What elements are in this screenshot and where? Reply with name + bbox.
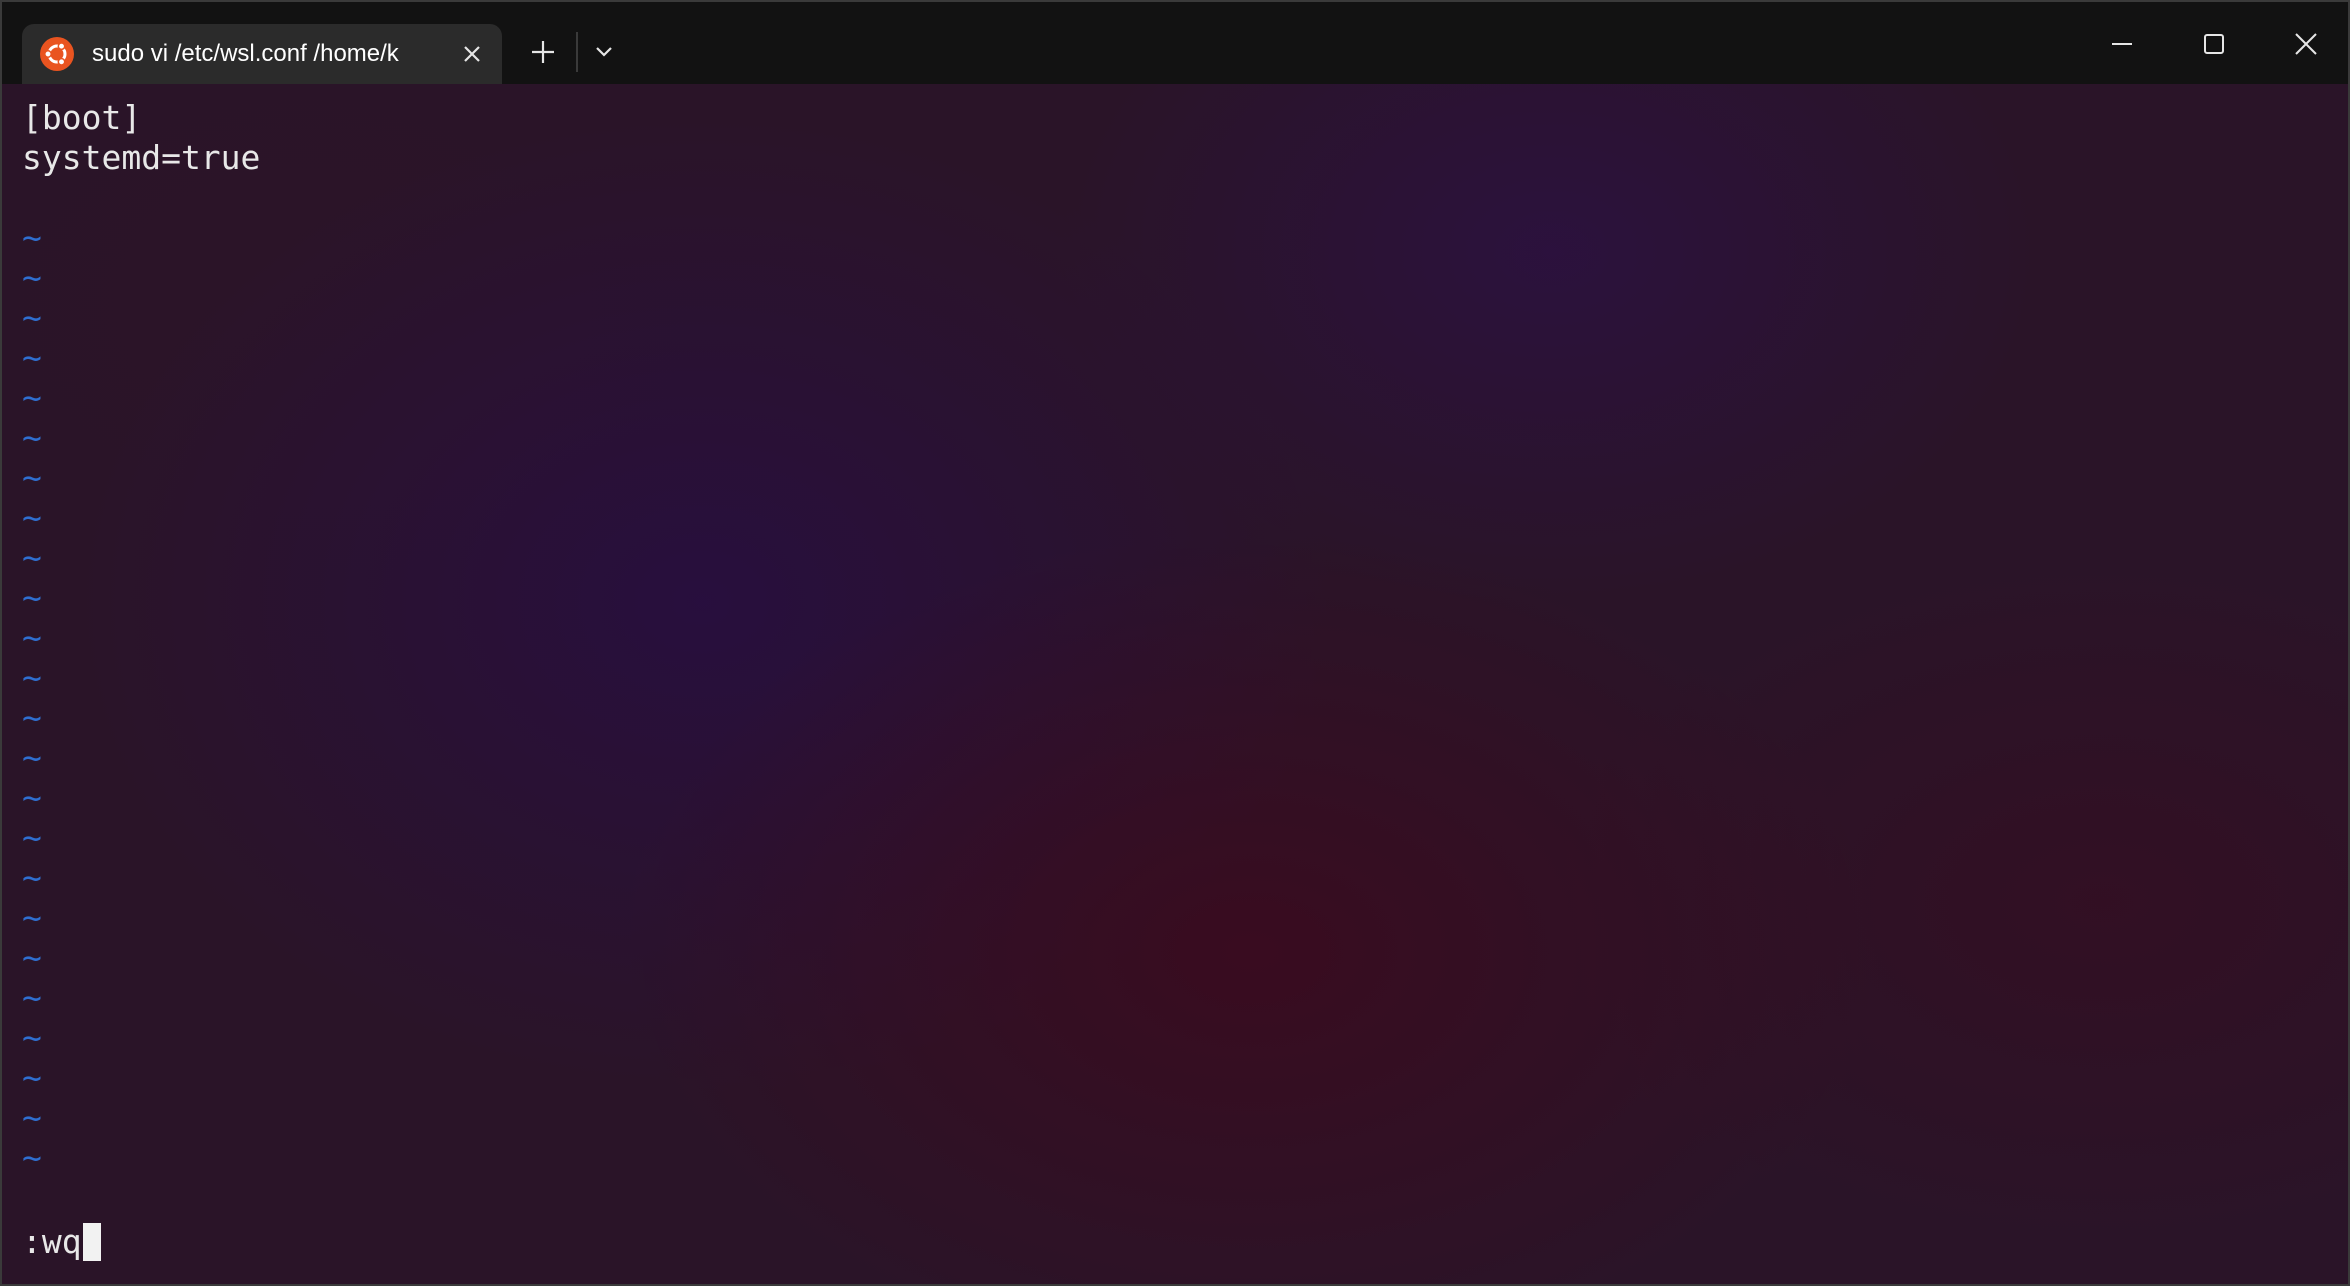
- tilde-marker: ~: [22, 338, 42, 377]
- tilde-marker: ~: [22, 698, 42, 737]
- tilde-marker: ~: [22, 418, 42, 457]
- tilde-marker: ~: [22, 658, 42, 697]
- tilde-marker: ~: [22, 378, 42, 417]
- tilde-marker: ~: [22, 778, 42, 817]
- tilde-marker: ~: [22, 458, 42, 497]
- tilde-marker: ~: [22, 1138, 42, 1177]
- title-bar[interactable]: sudo vi /etc/wsl.conf /home/k: [2, 2, 2348, 84]
- tilde-marker: ~: [22, 1058, 42, 1097]
- tilde-marker: ~: [22, 1018, 42, 1057]
- tab-active[interactable]: sudo vi /etc/wsl.conf /home/k: [22, 24, 502, 84]
- maximize-button[interactable]: [2184, 16, 2244, 72]
- tilde-marker: ~: [22, 538, 42, 577]
- minimize-button[interactable]: [2092, 16, 2152, 72]
- ubuntu-logo-icon: [40, 37, 74, 71]
- buffer-line: [22, 178, 2322, 218]
- command-text: :wq: [22, 1222, 82, 1261]
- tilde-marker: ~: [22, 618, 42, 657]
- vi-editor-buffer[interactable]: [boot] systemd=true ~ ~ ~ ~ ~ ~ ~ ~ ~ ~ ~ ~ ~ ~ ~ ~ ~ ~ ~ ~…: [22, 98, 2322, 1278]
- buffer-line: systemd=true: [22, 138, 261, 177]
- tilde-marker: ~: [22, 818, 42, 857]
- tilde-marker: ~: [22, 738, 42, 777]
- tab-title: sudo vi /etc/wsl.conf /home/k: [92, 40, 399, 67]
- tilde-marker: ~: [22, 898, 42, 937]
- tab-close-icon[interactable]: [458, 40, 486, 68]
- tilde-marker: ~: [22, 938, 42, 977]
- tilde-marker: ~: [22, 218, 42, 257]
- tilde-marker: ~: [22, 498, 42, 537]
- tilde-marker: ~: [22, 258, 42, 297]
- tilde-marker: ~: [22, 1098, 42, 1137]
- terminal-window: sudo vi /etc/wsl.conf /home/k [boot] sys…: [0, 0, 2350, 1286]
- chevron-down-icon[interactable]: [588, 36, 620, 68]
- tilde-marker: ~: [22, 578, 42, 617]
- close-button[interactable]: [2276, 16, 2336, 72]
- maximize-icon: [2204, 34, 2224, 54]
- vi-command-line[interactable]: :wq: [22, 1222, 101, 1262]
- plus-icon[interactable]: [524, 33, 562, 71]
- tab-separator: [576, 32, 578, 72]
- tilde-marker: ~: [22, 858, 42, 897]
- tilde-marker: ~: [22, 978, 42, 1017]
- close-icon: [2295, 33, 2317, 55]
- tilde-marker: ~: [22, 298, 42, 337]
- buffer-line: [boot]: [22, 98, 142, 137]
- empty-line-markers: ~ ~ ~ ~ ~ ~ ~ ~ ~ ~ ~ ~ ~ ~ ~ ~ ~ ~ ~ ~ ~ ~ ~ ~: [22, 218, 2322, 1178]
- text-cursor: [82, 1223, 101, 1261]
- minimize-icon: [2112, 43, 2132, 45]
